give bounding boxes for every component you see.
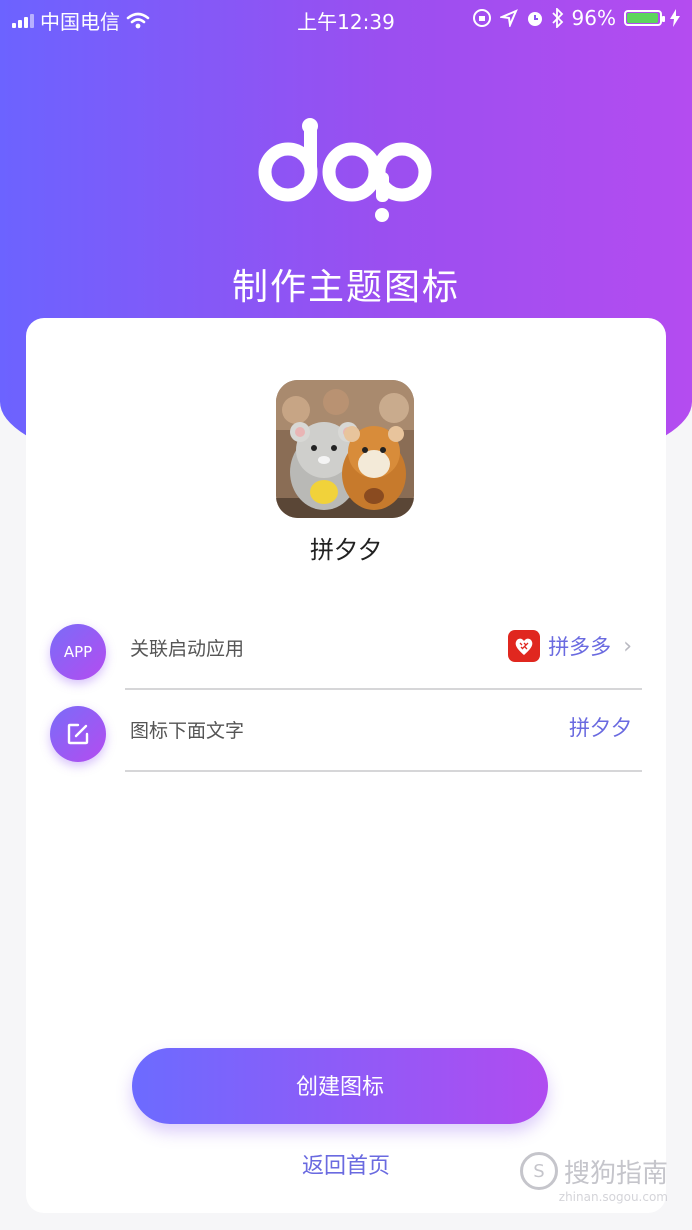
- edit-icon: [67, 723, 89, 745]
- create-icon-button[interactable]: 创建图标: [132, 1048, 548, 1124]
- linked-app-name: 拼多多: [548, 635, 612, 659]
- charging-icon: [670, 9, 680, 27]
- watermark-text: 搜狗指南: [563, 1158, 668, 1189]
- icon-text-label: 图标下面文字: [130, 720, 245, 742]
- battery-icon: [624, 10, 665, 26]
- bluetooth-icon: [551, 8, 563, 28]
- battery-percent: 96%: [571, 6, 616, 30]
- sogou-logo-icon: S: [519, 1152, 558, 1190]
- app-badge: APP: [50, 624, 106, 680]
- divider: [125, 770, 642, 772]
- icon-text-row[interactable]: 图标下面文字 拼夕夕: [50, 696, 642, 772]
- icon-image-preview[interactable]: [276, 380, 414, 518]
- alarm-icon: [527, 12, 542, 26]
- icon-name-preview: 拼夕夕: [310, 536, 382, 564]
- page-title: 制作主题图标: [231, 267, 460, 308]
- linked-app-row[interactable]: APP 关联启动应用 拼多多 ›: [50, 614, 642, 690]
- divider: [125, 688, 642, 690]
- chevron-right-icon: ›: [623, 633, 632, 659]
- icon-text-value[interactable]: 拼夕夕: [569, 712, 632, 742]
- linked-app-value[interactable]: 拼多多 ›: [508, 630, 632, 662]
- watermark-url: zhinan.sogou.com: [558, 1190, 668, 1204]
- linked-app-label: 关联启动应用: [130, 638, 245, 660]
- dop-logo: [258, 118, 432, 222]
- status-bar: 中国电信 上午12:39 96%: [0, 0, 692, 36]
- pinduoduo-app-icon: [508, 630, 541, 662]
- edit-badge: [50, 706, 106, 762]
- watermark: S 搜狗指南: [519, 1152, 668, 1190]
- location-icon: [499, 9, 518, 27]
- orientation-lock-icon: [472, 9, 491, 27]
- plush-toys-image: [276, 380, 414, 518]
- icon-editor-card: 拼夕夕 APP 关联启动应用 拼多多 › 图标下面文字 拼夕夕 创建图标 返回首…: [26, 318, 666, 1213]
